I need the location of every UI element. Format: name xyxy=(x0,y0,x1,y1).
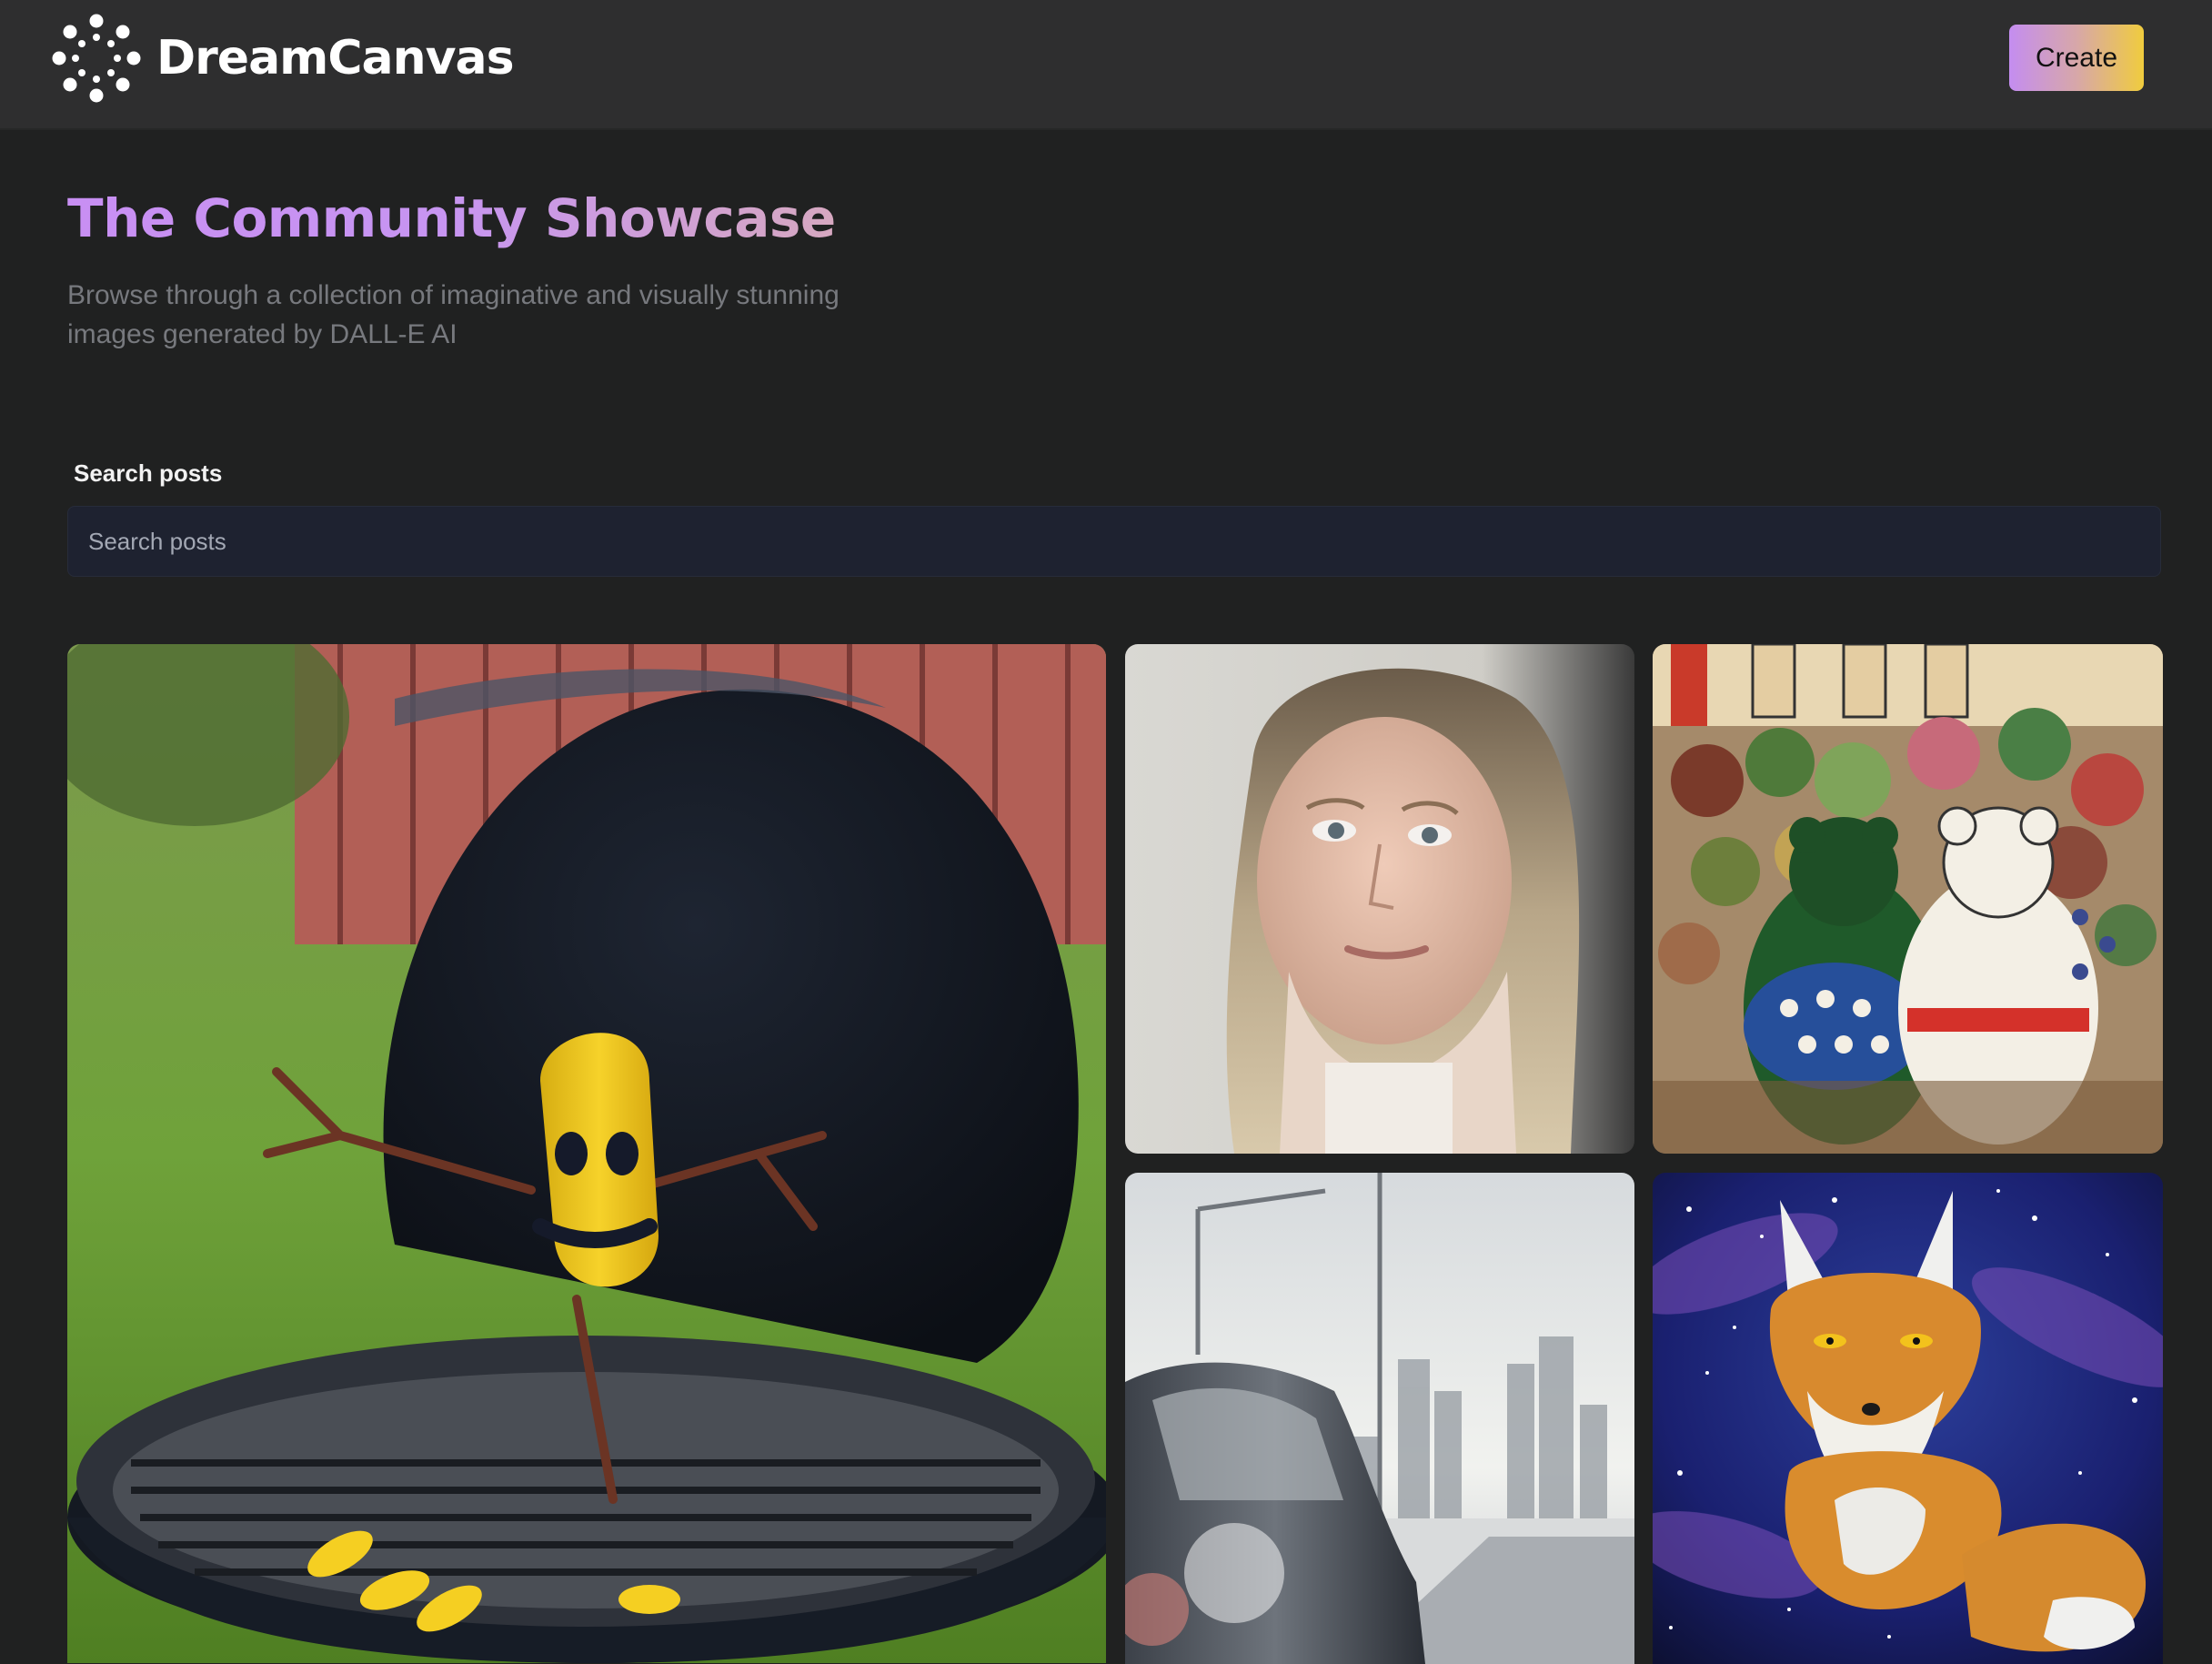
top-navbar: DreamCanvas Create xyxy=(0,0,2212,130)
fox-starry-night-image xyxy=(1653,1173,2163,1664)
banana-on-grill-image xyxy=(67,644,1106,1663)
gallery-card-portrait[interactable] xyxy=(1125,644,1634,1154)
sun-dots-logo-icon xyxy=(52,14,141,103)
brand-name: DreamCanvas xyxy=(156,31,515,86)
gallery-card-banana-grill[interactable] xyxy=(67,644,1106,1663)
woman-portrait-image xyxy=(1125,644,1634,1154)
gallery-card-teddy-market[interactable] xyxy=(1653,644,2163,1154)
car-city-sunrise-image xyxy=(1125,1173,1634,1664)
brand-link[interactable]: DreamCanvas xyxy=(51,13,515,104)
page-subtitle: Browse through a collection of imaginati… xyxy=(67,280,840,349)
gallery-card-car-city[interactable] xyxy=(1125,1173,1634,1664)
teddy-bears-market-image xyxy=(1653,644,2163,1154)
create-button[interactable]: Create xyxy=(2009,25,2144,91)
page-title: The Community Showcase xyxy=(67,187,836,249)
search-label: Search posts xyxy=(74,459,223,487)
search-input[interactable] xyxy=(67,506,2161,577)
gallery-card-fox-starry[interactable] xyxy=(1653,1173,2163,1664)
